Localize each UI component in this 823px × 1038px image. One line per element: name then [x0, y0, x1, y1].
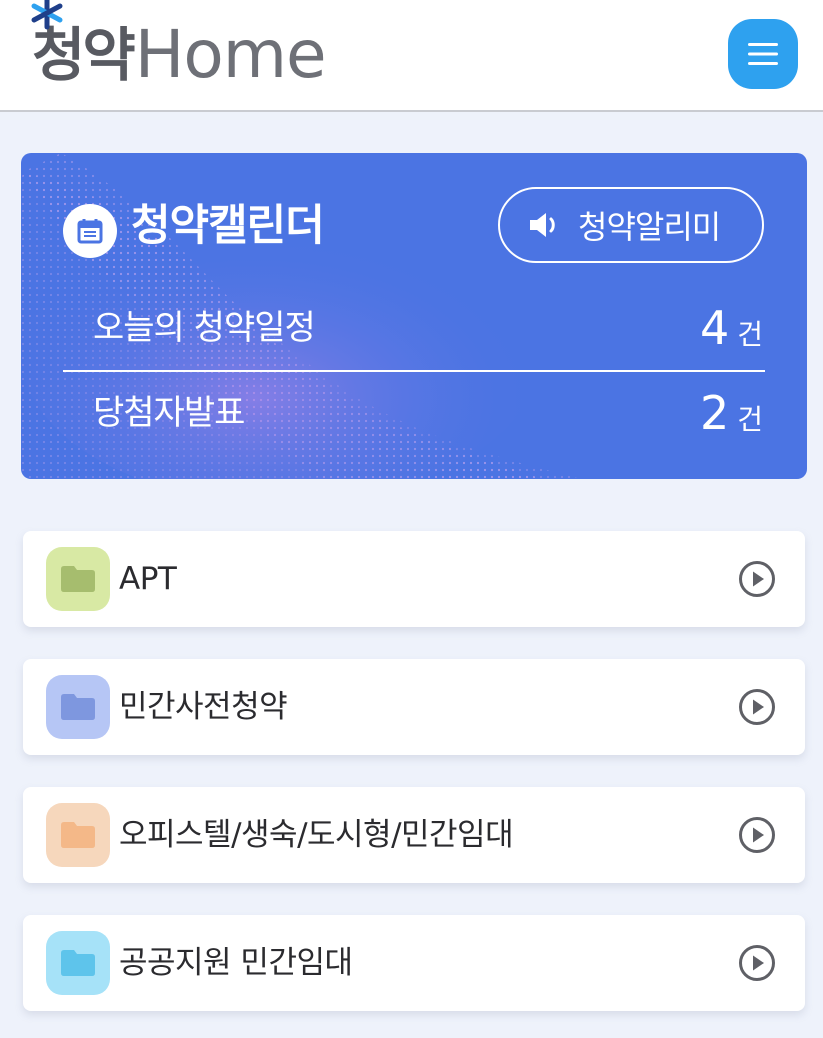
play-circle-icon[interactable] [738, 944, 776, 982]
category-label: 민간사전청약 [119, 689, 288, 725]
category-officetel[interactable]: 오피스텔/생숙/도시형/민간임대 [23, 787, 805, 883]
speaker-icon [530, 213, 555, 237]
category-label: APT [119, 561, 177, 597]
folder-icon [46, 675, 110, 739]
alarm-button-label: 청약알리미 [578, 208, 721, 246]
top-header: 청약 Home [0, 0, 823, 112]
today-schedule-row[interactable]: 오늘의 청약일정 4건 [93, 298, 763, 358]
calendar-card[interactable]: 청약캘린더 청약알리미 오늘의 청약일정 4건 당첨자발표 2건 [21, 153, 807, 479]
today-schedule-unit: 건 [737, 318, 763, 351]
folder-icon [46, 803, 110, 867]
winner-announcement-number: 2 [699, 386, 730, 440]
site-logo[interactable]: 청약 Home [31, 0, 327, 100]
calendar-divider [63, 370, 765, 372]
category-apt[interactable]: APT [23, 531, 805, 627]
calendar-icon [63, 204, 117, 258]
logo-english-text: Home [134, 16, 327, 93]
folder-icon [46, 931, 110, 995]
today-schedule-label: 오늘의 청약일정 [93, 308, 316, 348]
winner-announcement-unit: 건 [737, 403, 763, 436]
alarm-button[interactable]: 청약알리미 [498, 187, 764, 263]
category-label: 오피스텔/생숙/도시형/민간임대 [119, 817, 514, 853]
menu-button[interactable] [728, 19, 798, 89]
play-circle-icon[interactable] [738, 560, 776, 598]
today-schedule-count: 4건 [700, 298, 763, 369]
today-schedule-number: 4 [699, 301, 730, 355]
winner-announcement-label: 당첨자발표 [93, 393, 245, 433]
calendar-title: 청약캘린더 [131, 201, 325, 251]
winner-announcement-row[interactable]: 당첨자발표 2건 [93, 383, 763, 443]
play-circle-icon[interactable] [738, 688, 776, 726]
folder-icon [46, 547, 110, 611]
winner-announcement-count: 2건 [700, 383, 763, 454]
hamburger-icon [748, 43, 778, 65]
category-label: 공공지원 민간임대 [119, 945, 353, 981]
logo-korean-text: 청약 [32, 21, 136, 89]
play-circle-icon[interactable] [738, 816, 776, 854]
logo-star-icon [31, 0, 63, 30]
category-private-pre-subscription[interactable]: 민간사전청약 [23, 659, 805, 755]
category-public-support-rental[interactable]: 공공지원 민간임대 [23, 915, 805, 1011]
